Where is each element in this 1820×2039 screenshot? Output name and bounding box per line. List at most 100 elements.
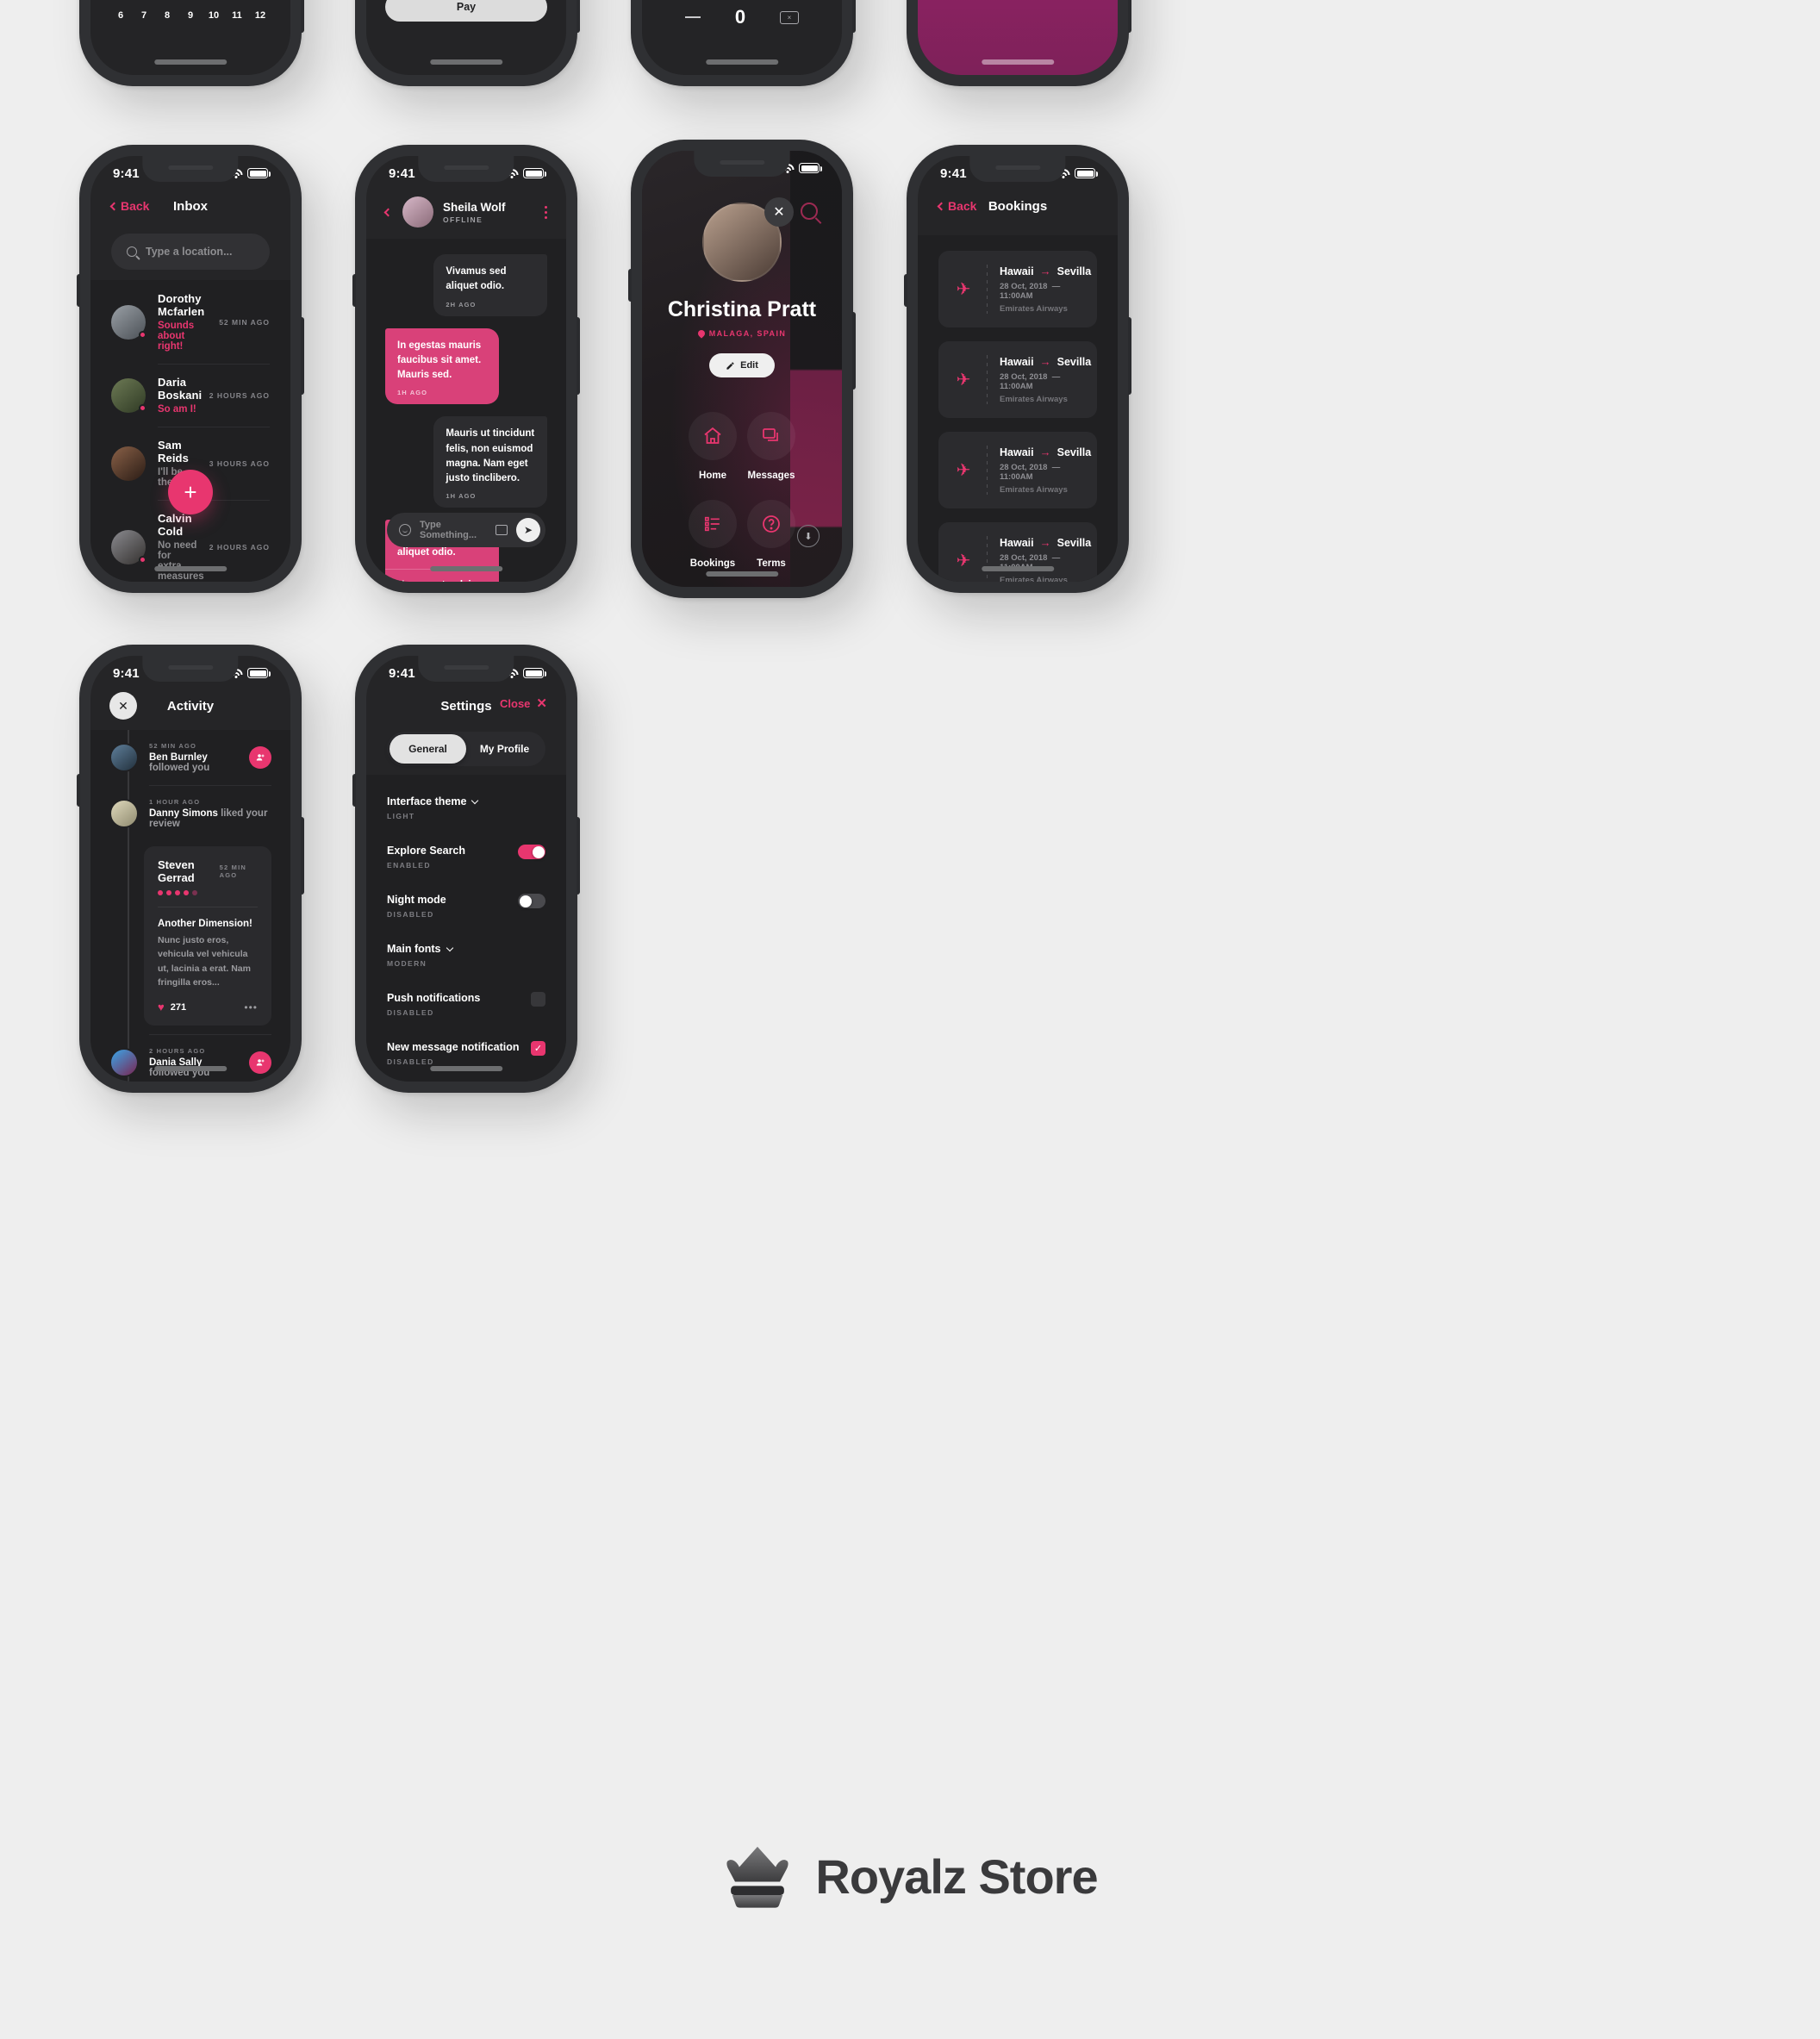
inbox-row[interactable]: Dorothy Mcfarlen Sounds about right! 52 … <box>90 280 290 364</box>
battery-icon <box>523 168 546 178</box>
status-time: 9:41 <box>940 165 967 181</box>
minus-icon[interactable] <box>684 16 701 18</box>
avatar <box>111 529 146 564</box>
home-icon <box>689 412 737 460</box>
activity-list[interactable]: 52 MIN AGO Ben Burnley followed you 1 HO… <box>90 730 290 1082</box>
search-icon[interactable] <box>801 203 818 220</box>
heart-icon: ♥ <box>158 1001 165 1014</box>
home-indicator <box>154 566 227 571</box>
menu-item-home[interactable]: Home <box>683 412 742 481</box>
close-button[interactable]: Close ✕ <box>500 695 547 711</box>
pay-button[interactable]: Pay <box>385 0 547 22</box>
contact-name: Dorothy Mcfarlen <box>158 292 205 318</box>
calendar-day[interactable]: 10 <box>203 4 225 27</box>
booking-row[interactable]: ✈ Hawaii→Sevilla 28 Oct, 2018 — 11:00AM … <box>938 522 1097 582</box>
pencil-icon <box>726 361 734 370</box>
back-button[interactable]: Back <box>937 199 976 213</box>
dashed-divider <box>987 446 988 495</box>
search-icon <box>127 246 137 257</box>
activity-item[interactable]: 1 HOUR AGO Danny Simons liked your revie… <box>90 786 290 841</box>
activity-item[interactable]: 2 HOURS AGO Dania Sally followed you <box>90 1035 290 1082</box>
tab-general[interactable]: General <box>390 734 466 764</box>
setting-value: DISABLED <box>387 1008 434 1017</box>
chat-icon <box>747 412 795 460</box>
avatar <box>109 1048 139 1078</box>
compose-fab-button[interactable]: + <box>168 470 213 514</box>
more-options-icon[interactable]: ••• <box>244 1001 258 1013</box>
online-dot <box>139 330 146 339</box>
checkbox-new-message-notification[interactable]: ✓ <box>531 1041 545 1056</box>
booking-row[interactable]: ✈ Hawaii→Sevilla 28 Oct, 2018 — 11:00AM … <box>938 432 1097 508</box>
smiley-icon[interactable] <box>399 524 411 536</box>
calendar-day[interactable]: 12 <box>249 4 271 27</box>
search-placeholder: Type a location... <box>146 246 233 258</box>
back-button[interactable] <box>383 208 393 216</box>
setting-interface-theme[interactable]: Interface theme LIGHT <box>366 783 566 832</box>
setting-value: MODERN <box>387 959 427 968</box>
status-time: 9:41 <box>113 665 140 681</box>
status-time: 9:41 <box>389 165 415 181</box>
calendar-day[interactable]: 11 <box>226 4 248 27</box>
inbox-row[interactable]: Daria Boskani So am I! 2 HOURS AGO <box>90 364 290 427</box>
message-text: In egestas mauris faucibus sit amet. Mau… <box>397 340 482 381</box>
setting-explore-search[interactable]: Explore Search ENABLED <box>366 832 566 882</box>
time: 11:00AM <box>1000 382 1033 391</box>
close-button[interactable]: ✕ <box>764 197 794 227</box>
status-time: 9:41 <box>389 665 415 681</box>
timestamp: 52 MIN AGO <box>219 317 270 327</box>
bookings-list[interactable]: ✈ Hawaii → Sevilla 28 Oct, 2018 — 11:00AM … <box>918 235 1118 582</box>
setting-push-notifications[interactable]: Push notifications DISABLED <box>366 980 566 1029</box>
menu-item-messages[interactable]: Messages <box>742 412 801 481</box>
origin: Hawaii <box>1000 265 1034 277</box>
list-icon <box>689 500 737 548</box>
calendar-day[interactable]: 6 <box>109 4 132 27</box>
booking-row[interactable]: ✈ Hawaii→Sevilla 28 Oct, 2018 — 11:00AM … <box>938 251 1097 327</box>
review-card[interactable]: Steven Gerrad 52 MIN AGO Another Dimensi… <box>144 846 271 1026</box>
setting-main-fonts[interactable]: Main fonts MODERN <box>366 931 566 980</box>
setting-value: ENABLED <box>387 861 431 870</box>
toggle-explore-search[interactable] <box>518 845 545 859</box>
menu-item-terms[interactable]: Terms <box>742 500 801 569</box>
menu-item-bookings[interactable]: Bookings <box>683 500 742 569</box>
chevron-left-icon <box>937 202 946 210</box>
plane-icon: ✈ <box>956 371 971 390</box>
message-text: Mauris ut tincidunt felis, non euismod m… <box>446 428 535 483</box>
backspace-icon[interactable]: × <box>780 10 800 24</box>
calendar-day[interactable]: 8 <box>156 4 178 27</box>
home-indicator <box>430 59 502 65</box>
tab-my-profile[interactable]: My Profile <box>466 734 543 764</box>
timestamp: 2 HOURS AGO <box>149 1047 206 1056</box>
battery-icon <box>1075 168 1098 178</box>
close-button[interactable]: ✕ <box>109 692 137 720</box>
send-icon[interactable]: ➤ <box>516 518 540 542</box>
calendar-day[interactable]: 7 <box>133 4 155 27</box>
settings-list[interactable]: Interface theme LIGHT Explore Search ENA… <box>366 775 566 1082</box>
message-text-secondary: Nunc eget pulvinar ligula. Phasellus sed… <box>397 578 487 582</box>
search-input[interactable]: Type a location... <box>111 234 270 270</box>
inbox-list[interactable]: Dorothy Mcfarlen Sounds about right! 52 … <box>90 280 290 582</box>
online-dot <box>139 555 146 564</box>
activity-item[interactable]: 52 MIN AGO Ben Burnley followed you <box>90 730 290 785</box>
booking-row[interactable]: ✈ Hawaii→Sevilla 28 Oct, 2018 — 11:00AM … <box>938 341 1097 418</box>
follow-back-button[interactable] <box>249 746 271 769</box>
kebab-menu-icon[interactable] <box>545 205 547 219</box>
checkbox-push-notifications[interactable] <box>531 992 545 1007</box>
follow-back-button[interactable] <box>249 1051 271 1075</box>
image-add-icon[interactable] <box>496 525 508 535</box>
edit-profile-button[interactable]: Edit <box>709 353 775 377</box>
like-count[interactable]: ♥ 271 <box>158 1001 186 1013</box>
plane-icon: ✈ <box>956 461 971 480</box>
plane-icon: ✈ <box>956 280 971 299</box>
calendar-day[interactable]: 9 <box>179 4 202 27</box>
message-input-placeholder[interactable]: Type Something... <box>420 520 487 540</box>
phone-profile-menu: ✕ Christina Pratt MALAGA, SPAIN Edit Hom… <box>628 140 856 598</box>
actor-name: Ben Burnley <box>149 752 208 763</box>
message-composer[interactable]: Type Something... ➤ <box>387 513 545 547</box>
destination: Sevilla <box>1056 446 1092 458</box>
setting-night-mode[interactable]: Night mode DISABLED <box>366 882 566 931</box>
back-button[interactable]: Back <box>109 199 149 213</box>
toggle-night-mode[interactable] <box>518 894 545 908</box>
rating-dots <box>158 890 258 895</box>
dashed-divider <box>987 265 988 314</box>
date: 28 Oct, 2018 <box>1000 553 1048 563</box>
